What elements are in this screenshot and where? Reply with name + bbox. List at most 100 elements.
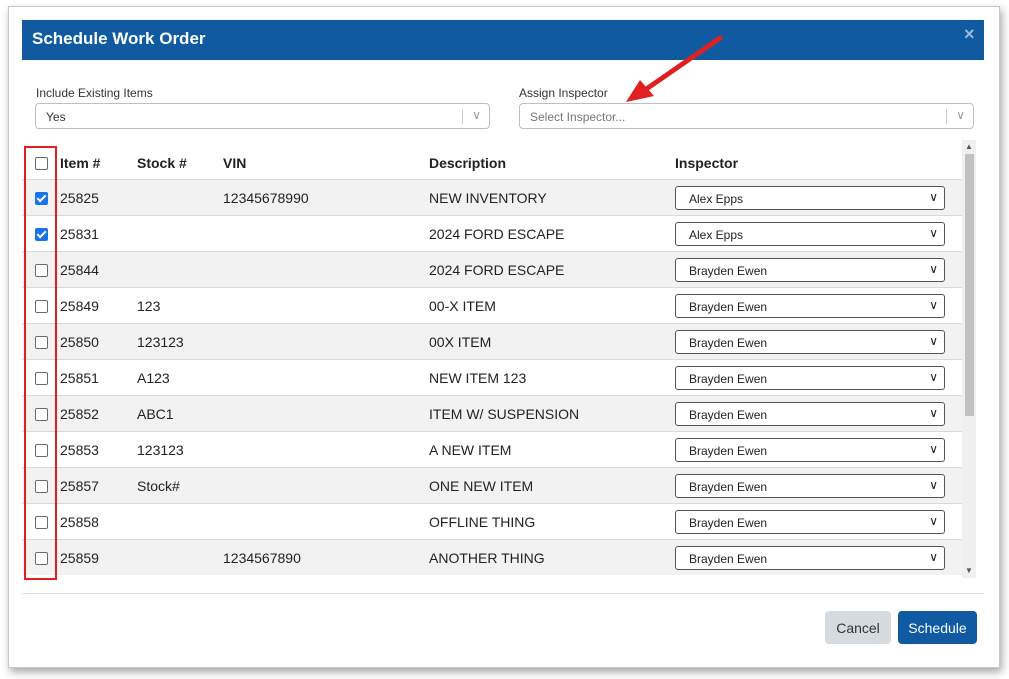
row-checkbox[interactable]: [34, 480, 48, 494]
inspector-select[interactable]: Alex Epps ∨: [675, 221, 945, 246]
cell-stock: ABC1: [137, 395, 223, 432]
header-description: Description: [429, 154, 507, 171]
cell-description: 2024 FORD ESCAPE: [429, 251, 675, 288]
header-item: Item #: [60, 154, 101, 171]
chevron-down-icon: ∨: [929, 513, 938, 528]
chevron-down-icon: ∨: [929, 297, 938, 312]
include-existing-label: Include Existing Items: [36, 86, 153, 100]
scroll-down-icon[interactable]: ▼: [964, 566, 974, 576]
chevron-down-icon: ∨: [929, 225, 938, 240]
inspector-select[interactable]: Alex Epps ∨: [675, 185, 945, 210]
chevron-down-icon: ∨: [472, 108, 481, 122]
scroll-up-icon[interactable]: ▲: [964, 142, 974, 152]
row-checkbox-cell: [22, 287, 60, 324]
row-checkbox[interactable]: [34, 264, 48, 278]
row-checkbox-cell: [22, 251, 60, 288]
row-checkbox[interactable]: [34, 372, 48, 386]
cell-stock: 123123: [137, 323, 223, 360]
work-order-table: Item # Stock # VIN Description Inspector…: [22, 146, 962, 579]
dialog-title: Schedule Work Order: [32, 29, 206, 48]
cell-vin: 1234567890: [223, 539, 429, 575]
cell-inspector: Brayden Ewen ∨: [675, 251, 962, 288]
row-checkbox[interactable]: [34, 228, 48, 242]
cell-stock: A123: [137, 359, 223, 396]
cell-inspector: Brayden Ewen ∨: [675, 287, 962, 324]
include-existing-select[interactable]: Yes ∨: [35, 103, 490, 129]
cell-item: 25844: [60, 251, 137, 288]
chevron-down-icon: ∨: [956, 108, 965, 122]
cell-vin: 12345678990: [223, 179, 429, 216]
row-checkbox[interactable]: [34, 300, 48, 314]
cell-description: ONE NEW ITEM: [429, 467, 675, 504]
inspector-value: Alex Epps: [689, 191, 744, 206]
cancel-button[interactable]: Cancel: [825, 611, 891, 644]
row-checkbox[interactable]: [34, 336, 48, 350]
cell-stock: Stock#: [137, 467, 223, 504]
row-checkbox[interactable]: [34, 192, 48, 206]
inspector-value: Brayden Ewen: [689, 479, 768, 494]
cell-item: 25825: [60, 179, 137, 216]
cell-stock: [137, 503, 223, 540]
table-header-row: Item # Stock # VIN Description Inspector: [22, 146, 962, 180]
inspector-select[interactable]: Brayden Ewen ∨: [675, 365, 945, 390]
inspector-select[interactable]: Brayden Ewen ∨: [675, 509, 945, 534]
cell-description: NEW INVENTORY: [429, 179, 675, 216]
close-icon[interactable]: ×: [964, 25, 978, 43]
chevron-down-icon: ∨: [929, 261, 938, 276]
header-vin: VIN: [223, 154, 247, 171]
assign-inspector-select[interactable]: Select Inspector... ∨: [519, 103, 974, 129]
cell-description: A NEW ITEM: [429, 431, 675, 468]
inspector-select[interactable]: Brayden Ewen ∨: [675, 293, 945, 318]
table-row: 25831 2024 FORD ESCAPE Alex Epps ∨: [22, 215, 962, 252]
chevron-down-icon: ∨: [929, 405, 938, 420]
inspector-value: Brayden Ewen: [689, 335, 768, 350]
schedule-button[interactable]: Schedule: [898, 611, 977, 644]
table-row: 25853 123123 A NEW ITEM Brayden Ewen ∨: [22, 431, 962, 468]
cell-description: 00X ITEM: [429, 323, 675, 360]
row-checkbox-cell: [22, 395, 60, 432]
inspector-select[interactable]: Brayden Ewen ∨: [675, 473, 945, 498]
cell-description: 2024 FORD ESCAPE: [429, 215, 675, 252]
chevron-down-icon: ∨: [929, 441, 938, 456]
inspector-select[interactable]: Brayden Ewen ∨: [675, 329, 945, 354]
inspector-value: Brayden Ewen: [689, 407, 768, 422]
cell-vin: [223, 503, 429, 540]
row-checkbox-cell: [22, 431, 60, 468]
cell-description: OFFLINE THING: [429, 503, 675, 540]
row-checkbox[interactable]: [34, 552, 48, 566]
inspector-select[interactable]: Brayden Ewen ∨: [675, 401, 945, 426]
select-all-cell: [22, 146, 60, 180]
cell-item: 25849: [60, 287, 137, 324]
cell-description: NEW ITEM 123: [429, 359, 675, 396]
table-row: 25859 1234567890 ANOTHER THING Brayden Ewen…: [22, 539, 962, 575]
header-inspector: Inspector: [675, 154, 739, 171]
dialog-header: Schedule Work Order: [22, 20, 984, 60]
inspector-value: Brayden Ewen: [689, 263, 768, 278]
row-checkbox-cell: [22, 179, 60, 216]
cell-vin: [223, 287, 429, 324]
cell-inspector: Brayden Ewen ∨: [675, 395, 962, 432]
cell-vin: [223, 467, 429, 504]
row-checkbox[interactable]: [34, 516, 48, 530]
footer-divider: [22, 593, 984, 594]
table-row: 25825 12345678990 NEW INVENTORY Alex Epps ∨: [22, 179, 962, 216]
scroll-thumb[interactable]: [965, 154, 974, 416]
row-checkbox[interactable]: [34, 444, 48, 458]
inspector-select[interactable]: Brayden Ewen ∨: [675, 257, 945, 282]
cell-vin: [223, 395, 429, 432]
chevron-down-icon: ∨: [929, 369, 938, 384]
row-checkbox-cell: [22, 359, 60, 396]
row-checkbox[interactable]: [34, 408, 48, 422]
cell-inspector: Brayden Ewen ∨: [675, 467, 962, 504]
inspector-select[interactable]: Brayden Ewen ∨: [675, 545, 945, 570]
table-row: 25849 123 00-X ITEM Brayden Ewen ∨: [22, 287, 962, 324]
select-all-checkbox[interactable]: [34, 157, 48, 171]
cell-item: 25858: [60, 503, 137, 540]
inspector-select[interactable]: Brayden Ewen ∨: [675, 437, 945, 462]
row-checkbox-cell: [22, 539, 60, 575]
row-checkbox-cell: [22, 467, 60, 504]
cell-description: 00-X ITEM: [429, 287, 675, 324]
table-scrollbar[interactable]: ▲ ▼: [962, 140, 976, 578]
cell-stock: [137, 215, 223, 252]
inspector-value: Brayden Ewen: [689, 515, 768, 530]
